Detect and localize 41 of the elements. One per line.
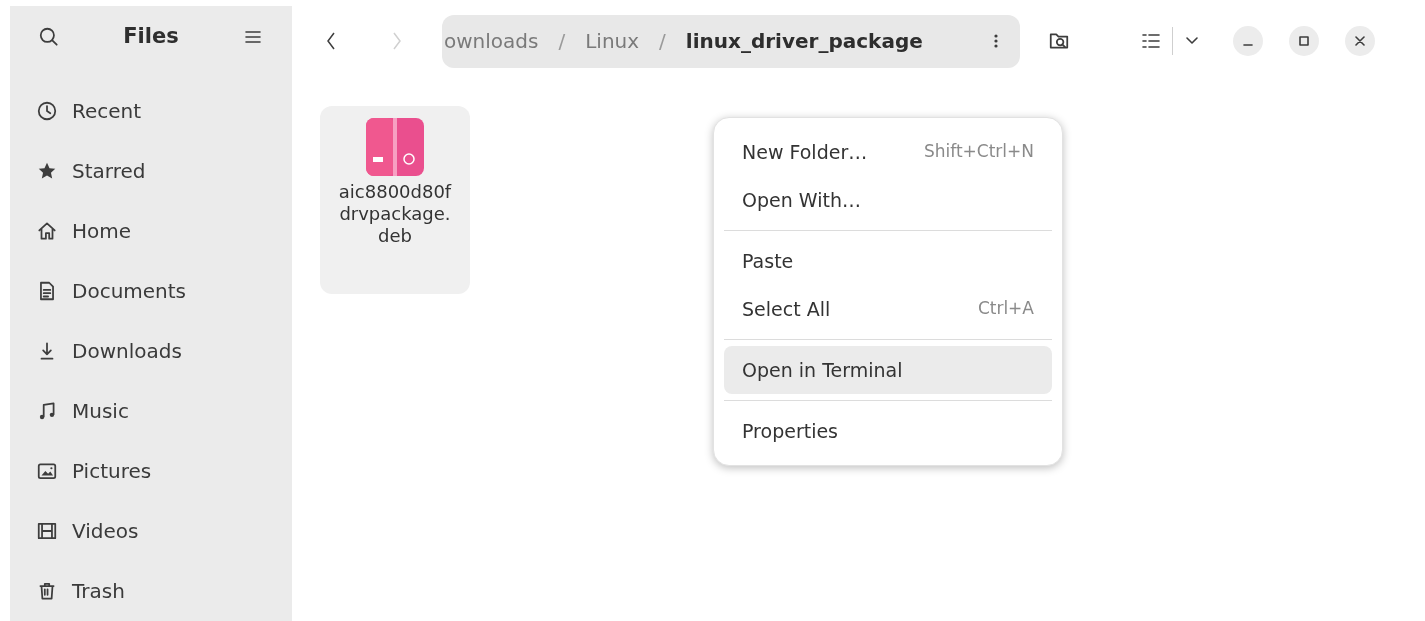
shortcut-label: Ctrl+A bbox=[977, 297, 1034, 321]
close-icon bbox=[1355, 36, 1365, 46]
maximize-icon bbox=[1299, 36, 1309, 46]
menu-item[interactable]: Open in Terminal bbox=[724, 346, 1052, 394]
sidebar-item[interactable]: Home bbox=[10, 201, 292, 261]
path-separator: / bbox=[659, 28, 666, 55]
file-item[interactable]: aic8800d80f drvpackage. deb bbox=[320, 106, 470, 294]
path-segment[interactable]: Linux bbox=[585, 26, 640, 56]
more-icon bbox=[994, 33, 998, 49]
back-icon bbox=[324, 30, 338, 52]
home-icon bbox=[36, 220, 58, 242]
sidebar-item[interactable]: Starred bbox=[10, 141, 292, 201]
minimize-icon bbox=[1243, 44, 1253, 46]
sidebar-item[interactable]: Downloads bbox=[10, 321, 292, 381]
menu-item[interactable]: Paste bbox=[724, 237, 1052, 285]
sidebar-item[interactable]: Videos bbox=[10, 501, 292, 561]
chevron-down-icon bbox=[1185, 36, 1199, 46]
clock-icon bbox=[36, 100, 58, 122]
film-icon bbox=[36, 520, 58, 542]
minimize-button[interactable] bbox=[1233, 26, 1263, 56]
maximize-button[interactable] bbox=[1289, 26, 1319, 56]
path-segment[interactable]: ownloads bbox=[444, 26, 539, 56]
shortcut-label: Shift+Ctrl+N bbox=[923, 140, 1034, 164]
path-separator: / bbox=[558, 28, 566, 55]
sidebar-item[interactable]: Music bbox=[10, 381, 292, 441]
forward-icon bbox=[390, 30, 404, 52]
sidebar-item[interactable]: Recent bbox=[10, 81, 292, 141]
path-segment[interactable]: linux_driver_package bbox=[685, 26, 923, 56]
sidebar-item[interactable]: Documents bbox=[10, 261, 292, 321]
sidebar-item[interactable]: Trash bbox=[10, 561, 292, 621]
file-name: aic8800d80f drvpackage. deb bbox=[338, 181, 452, 247]
list-view-icon bbox=[1141, 32, 1161, 50]
menu-item[interactable]: New Folder… Shift+Ctrl+N bbox=[724, 128, 1052, 176]
search-icon bbox=[38, 25, 60, 48]
sidebar-item[interactable]: Pictures bbox=[10, 441, 292, 501]
package-icon bbox=[365, 117, 425, 177]
menu-item[interactable]: Select All Ctrl+A bbox=[724, 285, 1052, 333]
app-title: Files bbox=[123, 22, 179, 50]
menu-item[interactable]: Open With… bbox=[724, 176, 1052, 224]
menu-item[interactable]: Properties bbox=[724, 407, 1052, 455]
close-button[interactable] bbox=[1345, 26, 1375, 56]
